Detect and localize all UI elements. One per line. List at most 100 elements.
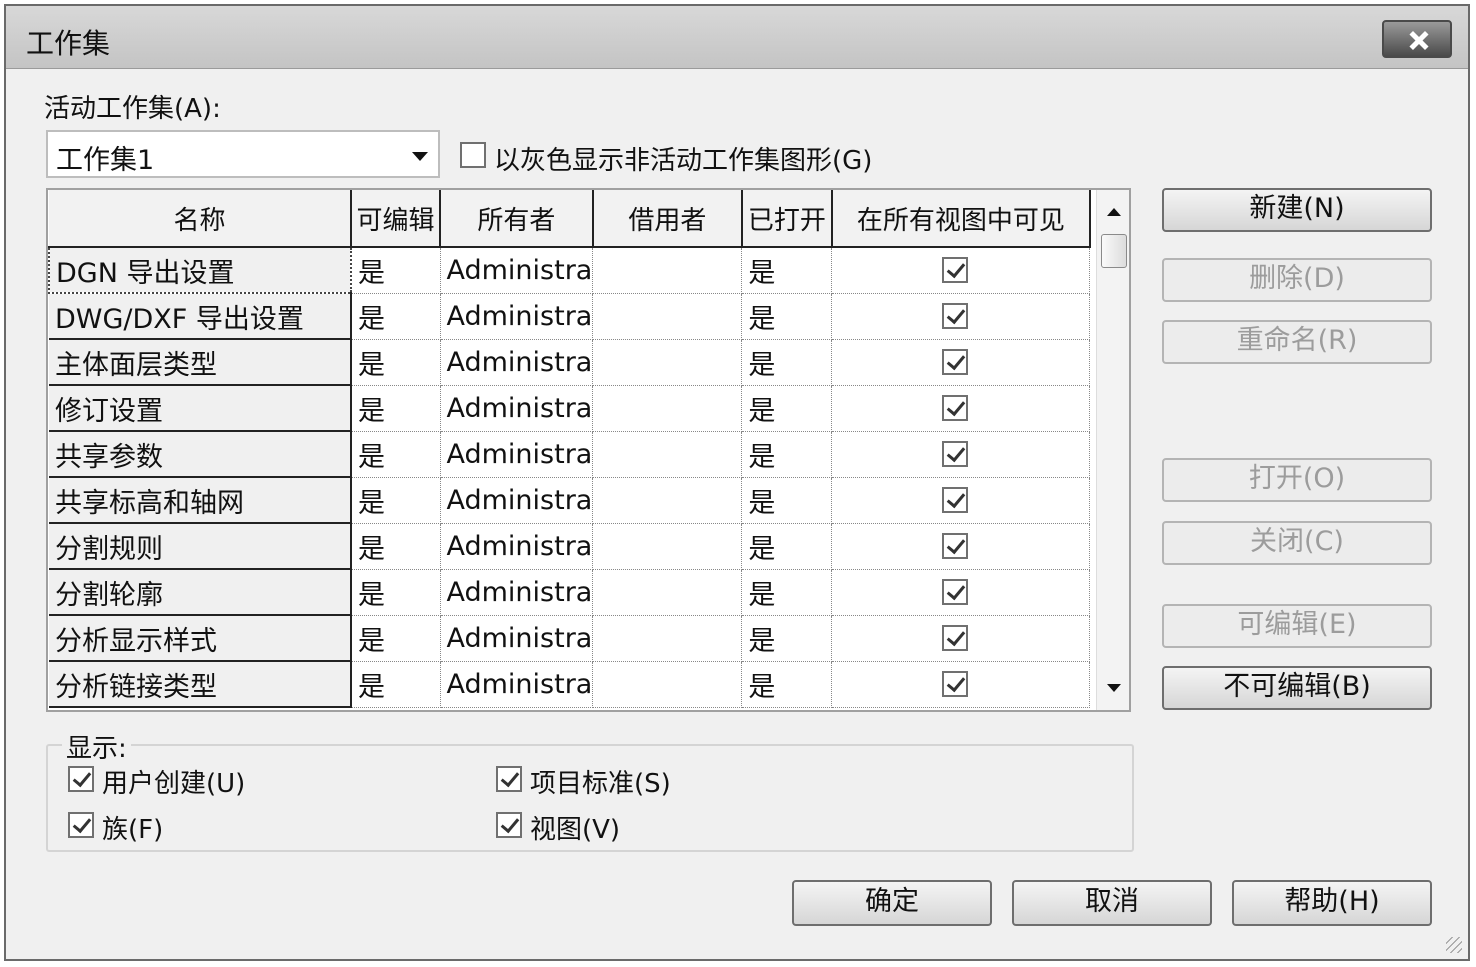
table-row[interactable]: DGN 导出设置是 Administra 是: [48, 246, 1091, 294]
table-row[interactable]: 修订设置是 Administra 是: [49, 385, 1091, 432]
help-button[interactable]: 帮助(H): [1232, 880, 1432, 926]
owner-cell[interactable]: Administra: [440, 385, 594, 432]
non-editable-button[interactable]: 不可编辑(B): [1162, 666, 1432, 710]
editable-cell[interactable]: 是: [351, 477, 441, 524]
borrower-cell[interactable]: [592, 523, 743, 570]
borrower-cell[interactable]: [592, 615, 743, 662]
editable-button[interactable]: 可编辑(E): [1162, 604, 1432, 648]
opened-cell[interactable]: 是: [741, 661, 833, 708]
cancel-button[interactable]: 取消: [1012, 880, 1212, 926]
editable-cell[interactable]: 是: [351, 247, 441, 294]
vertical-scrollbar[interactable]: [1096, 190, 1129, 710]
delete-button[interactable]: 删除(D): [1162, 258, 1432, 302]
column-header-editable[interactable]: 可编辑: [351, 190, 441, 248]
borrower-cell[interactable]: [592, 339, 743, 386]
editable-cell[interactable]: 是: [351, 339, 441, 386]
opened-cell[interactable]: 是: [741, 477, 833, 524]
workset-name-cell[interactable]: 分析链接类型: [49, 661, 352, 708]
opened-cell[interactable]: 是: [741, 615, 833, 662]
visible-in-all-views-checkbox[interactable]: [942, 486, 969, 513]
workset-name-cell[interactable]: DGN 导出设置: [48, 246, 352, 294]
workset-name-cell[interactable]: 修订设置: [49, 385, 352, 432]
opened-cell[interactable]: 是: [741, 431, 833, 478]
owner-cell[interactable]: Administra: [440, 523, 594, 570]
borrower-cell[interactable]: [592, 293, 743, 340]
column-header-opened[interactable]: 已打开: [741, 190, 833, 248]
opened-cell[interactable]: 是: [741, 247, 833, 294]
borrower-cell[interactable]: [592, 477, 743, 524]
visible-in-all-views-checkbox[interactable]: [942, 532, 969, 559]
workset-name-cell[interactable]: 分析显示样式: [49, 615, 352, 662]
column-header-name[interactable]: 名称: [49, 190, 352, 248]
editable-cell[interactable]: 是: [351, 523, 441, 570]
owner-cell[interactable]: Administra: [440, 431, 594, 478]
borrower-cell[interactable]: [592, 661, 743, 708]
close-icon[interactable]: [1382, 20, 1452, 58]
workset-name-cell[interactable]: DWG/DXF 导出设置: [49, 293, 352, 340]
user-created-checkbox[interactable]: [68, 766, 94, 792]
project-standards-checkbox[interactable]: [496, 766, 522, 792]
table-row[interactable]: 分析链接类型是 Administra 是: [49, 661, 1091, 708]
editable-cell[interactable]: 是: [351, 431, 441, 478]
owner-cell[interactable]: Administra: [440, 661, 594, 708]
column-header-borrower[interactable]: 借用者: [592, 190, 743, 248]
gray-inactive-checkbox[interactable]: [460, 142, 486, 168]
borrower-cell[interactable]: [592, 385, 743, 432]
visible-in-all-views-checkbox[interactable]: [942, 578, 969, 605]
editable-cell[interactable]: 是: [351, 293, 441, 340]
opened-cell[interactable]: 是: [741, 569, 833, 616]
opened-cell[interactable]: 是: [741, 523, 833, 570]
close-button[interactable]: 关闭(C): [1162, 521, 1432, 565]
workset-name-cell[interactable]: 共享参数: [49, 431, 352, 478]
column-header-owner[interactable]: 所有者: [440, 190, 594, 248]
visible-in-all-views-checkbox[interactable]: [942, 348, 969, 375]
table-row[interactable]: 分析显示样式是 Administra 是: [49, 615, 1091, 662]
workset-name-cell[interactable]: 分割轮廓: [49, 569, 352, 616]
owner-cell[interactable]: Administra: [440, 615, 594, 662]
visible-in-all-views-checkbox[interactable]: [942, 394, 969, 421]
visible-in-all-views-checkbox[interactable]: [942, 670, 969, 697]
editable-cell[interactable]: 是: [351, 385, 441, 432]
owner-cell[interactable]: Administra: [440, 477, 594, 524]
owner-cell[interactable]: Administra: [440, 293, 594, 340]
owner-cell[interactable]: Administra: [440, 569, 594, 616]
visible-in-all-views-checkbox[interactable]: [942, 257, 969, 283]
active-workset-dropdown[interactable]: 工作集1: [46, 130, 440, 178]
views-checkbox[interactable]: [496, 812, 522, 838]
table-row[interactable]: DWG/DXF 导出设置是 Administra 是: [49, 293, 1091, 340]
opened-cell[interactable]: 是: [741, 293, 833, 340]
chevron-down-icon[interactable]: [412, 152, 428, 161]
scroll-down-icon[interactable]: [1107, 684, 1121, 692]
resize-grip-icon[interactable]: [1446, 937, 1462, 953]
borrower-cell[interactable]: [592, 247, 743, 294]
table-row[interactable]: 分割规则是 Administra 是: [49, 523, 1091, 570]
owner-cell[interactable]: Administra: [440, 339, 594, 386]
ok-button[interactable]: 确定: [792, 880, 992, 926]
scroll-up-icon[interactable]: [1107, 208, 1121, 216]
opened-cell[interactable]: 是: [741, 385, 833, 432]
families-checkbox[interactable]: [68, 812, 94, 838]
table-row[interactable]: 共享标高和轴网是 Administra 是: [49, 477, 1091, 524]
workset-name-cell[interactable]: 主体面层类型: [49, 339, 352, 386]
editable-cell[interactable]: 是: [351, 661, 441, 708]
workset-name-cell[interactable]: 分割规则: [49, 523, 352, 570]
column-header-visible[interactable]: 在所有视图中可见: [831, 190, 1091, 248]
new-button[interactable]: 新建(N): [1162, 188, 1432, 232]
editable-cell[interactable]: 是: [351, 615, 441, 662]
table-row[interactable]: 分割轮廓是 Administra 是: [49, 569, 1091, 616]
borrower-cell[interactable]: [592, 431, 743, 478]
open-button[interactable]: 打开(O): [1162, 458, 1432, 502]
scroll-thumb[interactable]: [1101, 234, 1127, 268]
borrower-cell[interactable]: [592, 569, 743, 616]
workset-name-cell[interactable]: 共享标高和轴网: [49, 477, 352, 524]
table-row[interactable]: 共享参数是 Administra 是: [49, 431, 1091, 478]
visible-in-all-views-checkbox[interactable]: [942, 302, 969, 329]
opened-cell[interactable]: 是: [741, 339, 833, 386]
rename-button[interactable]: 重命名(R): [1162, 320, 1432, 364]
visible-cell: [831, 477, 1091, 524]
visible-in-all-views-checkbox[interactable]: [942, 624, 969, 651]
visible-in-all-views-checkbox[interactable]: [942, 440, 969, 467]
table-row[interactable]: 主体面层类型是 Administra 是: [49, 339, 1091, 386]
owner-cell[interactable]: Administra: [440, 247, 594, 294]
editable-cell[interactable]: 是: [351, 569, 441, 616]
